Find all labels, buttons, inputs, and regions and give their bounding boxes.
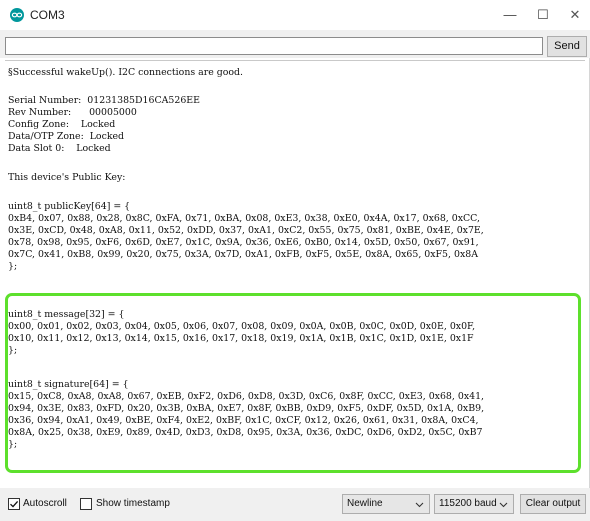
output-line: Data Slot 0: Locked: [8, 143, 111, 154]
clear-output-button[interactable]: Clear output: [520, 494, 586, 514]
chevron-down-icon: [415, 502, 424, 508]
line-ending-value: Newline: [347, 498, 383, 509]
baud-rate-select[interactable]: 115200 baud: [434, 494, 514, 514]
send-input[interactable]: [5, 37, 543, 55]
output-line: 0x3E, 0xCD, 0x48, 0xA8, 0x11, 0x52, 0xDD…: [8, 225, 484, 236]
autoscroll-checkbox[interactable]: [8, 498, 20, 510]
output-line: 0x7C, 0x41, 0xB8, 0x99, 0x20, 0x75, 0x3A…: [8, 249, 478, 260]
chevron-down-icon: [499, 502, 508, 508]
send-bar: Send: [0, 30, 590, 58]
output-line: Rev Number: 00005000: [8, 107, 137, 118]
status-bar: Autoscroll Show timestamp Newline 115200…: [0, 488, 590, 521]
baud-rate-value: 115200 baud: [439, 498, 497, 509]
title-bar: COM3 — ☐ ✕: [0, 0, 590, 30]
line-ending-select[interactable]: Newline: [342, 494, 430, 514]
output-line: Config Zone: Locked: [8, 119, 116, 130]
minimize-button[interactable]: —: [495, 5, 525, 25]
checkmark-icon: [10, 500, 19, 508]
output-line: uint8_t publicKey[64] = {: [8, 201, 131, 212]
arduino-logo-icon: [10, 8, 24, 22]
window-title: COM3: [30, 8, 65, 22]
highlight-annotation: [5, 293, 581, 473]
output-line: 0x78, 0x98, 0x95, 0xF6, 0x6D, 0xE7, 0x1C…: [8, 237, 479, 248]
output-line: };: [8, 261, 18, 272]
close-button[interactable]: ✕: [560, 5, 590, 25]
show-timestamp-checkbox[interactable]: [80, 498, 92, 510]
autoscroll-label: Autoscroll: [23, 498, 67, 509]
show-timestamp-label: Show timestamp: [96, 498, 170, 509]
output-line: Serial Number: 01231385D16CA526EE: [8, 95, 200, 106]
serial-monitor-window: COM3 — ☐ ✕ Send §Successful wakeUp(). I2…: [0, 0, 590, 521]
maximize-button[interactable]: ☐: [528, 5, 558, 25]
output-line: This device's Public Key:: [8, 172, 126, 183]
output-line: §Successful wakeUp(). I2C connections ar…: [8, 67, 244, 78]
output-line: 0xB4, 0x07, 0x88, 0x28, 0x8C, 0xFA, 0x71…: [8, 213, 480, 224]
send-button[interactable]: Send: [547, 36, 587, 57]
output-line: Data/OTP Zone: Locked: [8, 131, 125, 142]
